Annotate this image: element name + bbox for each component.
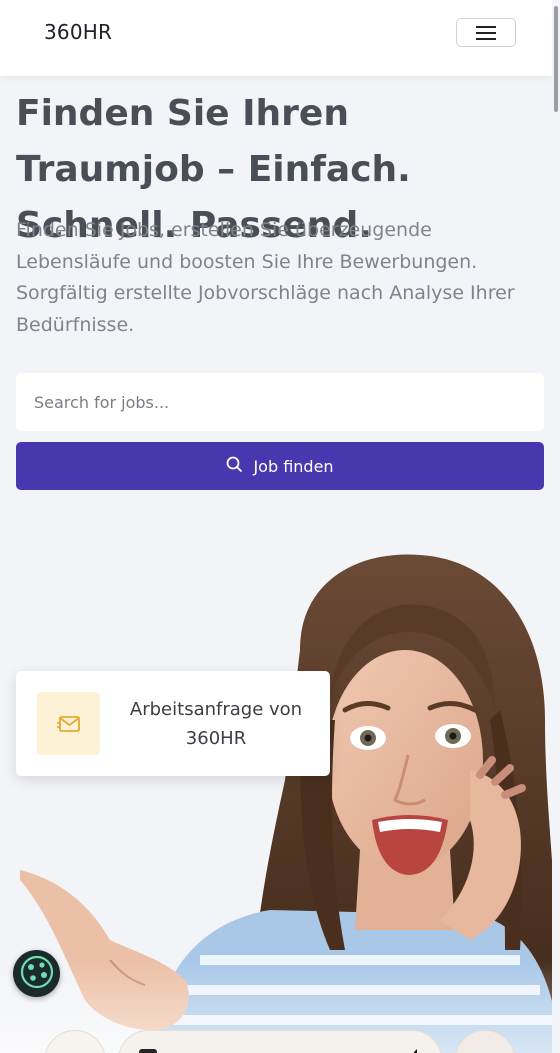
bottom-control-bar[interactable] xyxy=(118,1030,442,1053)
hero-woman-image xyxy=(0,554,560,1053)
job-search-input[interactable] xyxy=(16,373,544,431)
menu-toggle-button[interactable] xyxy=(456,18,516,47)
chevron-right-icon xyxy=(409,1049,417,1053)
notification-text: Arbeitsanfrage von 360HR xyxy=(129,699,303,749)
bar-left-icon xyxy=(139,1049,157,1053)
brand-logo[interactable]: 360HR xyxy=(44,20,112,44)
page: 360HR Finden Sie Ihren Traumjob – Einfac… xyxy=(0,0,560,1053)
hamburger-icon xyxy=(476,25,496,40)
cookie-icon xyxy=(19,954,55,993)
hero-subtitle: Finden Sie Jobs, erstellen Sie überzeuge… xyxy=(16,219,515,336)
envelope-icon xyxy=(37,692,100,755)
navbar: 360HR xyxy=(0,0,552,76)
search-icon xyxy=(226,456,243,477)
cookie-settings-button[interactable] xyxy=(13,950,60,997)
notification-card: Arbeitsanfrage von 360HR xyxy=(16,671,330,776)
job-search-button-label: Job finden xyxy=(253,456,334,476)
job-search-button[interactable]: Job finden xyxy=(16,442,544,490)
scrollbar-thumb[interactable] xyxy=(554,6,558,112)
page-scrollbar[interactable] xyxy=(552,0,560,1053)
